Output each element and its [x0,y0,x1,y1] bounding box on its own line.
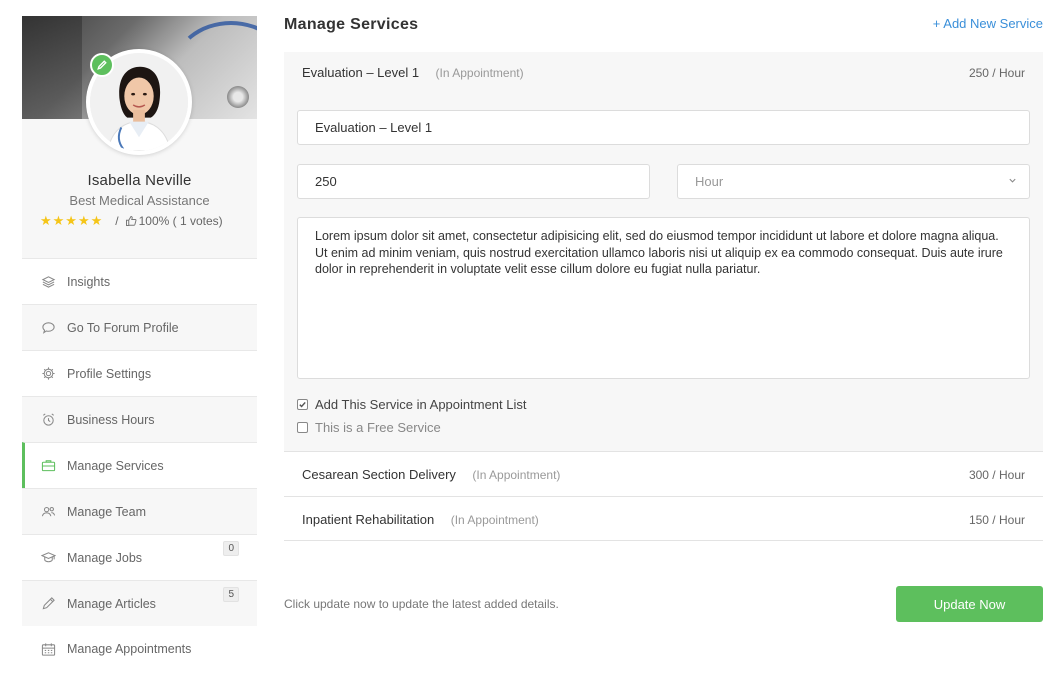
service-title-input[interactable]: Evaluation – Level 1 [297,110,1030,145]
sidebar-item-profile-settings[interactable]: Profile Settings [22,350,257,396]
sidebar-item-manage-appointments[interactable]: Manage Appointments [22,626,257,672]
sidebar-item-label: Manage Team [67,504,146,519]
pencil-icon [40,596,56,612]
profile-card: Isabella Neville Best Medical Assistance… [22,16,257,258]
edit-avatar-icon[interactable] [90,53,114,77]
users-icon [40,504,56,520]
chat-icon [40,320,56,336]
thumbs-up-icon [125,215,137,227]
service-panel: Inpatient Rehabilitation (In Appointment… [284,496,1043,541]
articles-count-badge: 5 [223,587,239,602]
star-rating: ★★★★★ [40,213,104,228]
service-panel-expanded: Evaluation – Level 1 (In Appointment) 25… [284,52,1043,451]
jobs-count-badge: 0 [223,541,239,556]
service-header[interactable]: Inpatient Rehabilitation (In Appointment… [284,497,1043,542]
layers-icon [40,274,56,290]
service-header[interactable]: Evaluation – Level 1 (In Appointment) 25… [284,52,1043,94]
sidebar: Isabella Neville Best Medical Assistance… [22,16,257,672]
service-tag: (In Appointment) [472,467,561,482]
sidebar-item-forum-profile[interactable]: Go To Forum Profile [22,304,257,350]
service-price-input[interactable]: 250 [297,164,650,199]
checkbox-label: Add This Service in Appointment List [315,397,527,412]
service-name: Evaluation – Level 1 [302,65,420,80]
sidebar-item-manage-team[interactable]: Manage Team [22,488,257,534]
sidebar-item-manage-jobs[interactable]: Manage Jobs 0 [22,534,257,580]
sidebar-item-manage-services[interactable]: Manage Services [22,442,257,488]
service-tag: (In Appointment) [435,66,524,80]
service-name: Inpatient Rehabilitation [302,511,435,527]
service-rate: 150 / Hour [968,512,1025,527]
profile-subtitle: Best Medical Assistance [69,193,210,208]
service-tag: (In Appointment) [450,512,539,527]
sidebar-item-label: Business Hours [67,412,155,427]
sidebar-item-business-hours[interactable]: Business Hours [22,396,257,442]
free-service-checkbox[interactable]: This is a Free Service [297,420,441,435]
sidebar-item-label: Insights [67,274,111,289]
alarm-clock-icon [40,412,56,428]
briefcase-icon [40,458,56,474]
sidebar-item-label: Manage Appointments [67,642,192,656]
graduation-cap-icon [40,550,56,566]
checkbox-checked-icon [297,399,308,410]
service-description-textarea[interactable]: Lorem ipsum dolor sit amet, consectetur … [297,217,1030,379]
rating-separator: / [115,214,119,228]
update-now-button[interactable]: Update Now [896,586,1043,622]
appointment-list-checkbox[interactable]: Add This Service in Appointment List [297,397,527,412]
rating: ★★★★★ / 100% ( 1 votes) [40,213,223,229]
service-unit-select[interactable]: Hour [677,164,1030,199]
gear-icon [40,366,56,382]
sidebar-item-manage-articles[interactable]: Manage Articles 5 [22,580,257,626]
service-name: Cesarean Section Delivery [302,466,456,482]
service-panel: Cesarean Section Delivery (In Appointmen… [284,451,1043,496]
footer-note: Click update now to update the latest ad… [284,597,559,611]
add-new-service-link[interactable]: + Add New Service [933,16,1043,31]
checkbox-label: This is a Free Service [315,420,441,435]
sidebar-menu: Insights Go To Forum Profile Profile Set… [22,258,257,672]
sidebar-item-label: Manage Services [67,458,164,473]
service-rate: 250 / Hour [968,66,1025,80]
checkbox-unchecked-icon [297,422,308,433]
sidebar-item-insights[interactable]: Insights [22,258,257,304]
sidebar-item-label: Manage Articles [67,596,156,611]
page-title: Manage Services [284,16,419,33]
service-rate: 300 / Hour [968,467,1025,482]
unit-selected-value: Hour [695,174,724,189]
service-header[interactable]: Cesarean Section Delivery (In Appointmen… [284,452,1043,497]
profile-name: Isabella Neville [87,172,192,189]
sidebar-item-label: Manage Jobs [67,550,143,565]
chevron-down-icon [1008,176,1017,188]
sidebar-item-label: Go To Forum Profile [67,320,179,335]
rating-text: 100% ( 1 votes) [138,214,223,228]
sidebar-item-label: Profile Settings [67,366,152,381]
calendar-icon [40,641,56,657]
